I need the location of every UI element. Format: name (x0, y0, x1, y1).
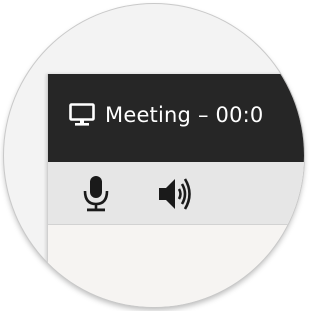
window-titlebar[interactable]: Meeting – 00:0 (48, 74, 304, 162)
zoom-lens-stage: Meeting – 00:0 (0, 0, 308, 311)
microphone-button[interactable] (76, 174, 116, 214)
magnifier-lens: Meeting – 00:0 (4, 4, 304, 307)
monitor-icon (69, 103, 95, 126)
speaker-icon (159, 178, 191, 210)
window-title: Meeting – 00:0 (105, 103, 264, 127)
audio-toolbar (48, 162, 304, 225)
speaker-button[interactable] (156, 174, 196, 214)
microphone-icon (83, 176, 109, 212)
title-row: Meeting – 00:0 (69, 103, 263, 127)
meeting-window: Meeting – 00:0 (47, 74, 304, 307)
